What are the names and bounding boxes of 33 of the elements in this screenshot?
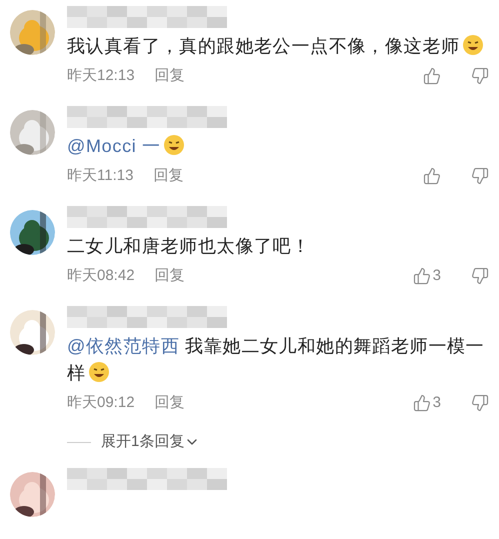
emoji-icon [462, 34, 484, 56]
thumbs-up-icon [423, 67, 441, 85]
emoji-icon [88, 361, 110, 383]
emoji-icon [162, 134, 185, 156]
thumbs-down-icon [471, 267, 489, 285]
like-button[interactable]: 3 [412, 264, 441, 288]
comment-text: @依然范特西 我靠她二女儿和她的舞蹈老师一模一样 [67, 335, 486, 385]
thumbs-up-icon [423, 167, 441, 185]
like-button[interactable] [423, 67, 441, 85]
thumbs-down-icon [471, 67, 489, 85]
thumbs-down-icon [471, 167, 489, 185]
mention-link[interactable]: @依然范特西 [67, 336, 180, 356]
thumbs-up-icon [412, 267, 431, 285]
dislike-button[interactable] [471, 67, 489, 85]
reply-button[interactable]: 回复 [154, 64, 185, 88]
timestamp: 昨天12:13 [67, 66, 135, 86]
dislike-button[interactable] [471, 394, 489, 412]
reply-button[interactable]: 回复 [154, 392, 185, 414]
like-button[interactable] [423, 167, 441, 185]
timestamp: 昨天09:12 [67, 392, 135, 413]
like-button[interactable]: 3 [412, 392, 441, 414]
timestamp: 昨天11:13 [67, 166, 134, 186]
timestamp: 昨天08:42 [67, 266, 135, 286]
reply-button[interactable]: 回复 [154, 264, 185, 288]
expand-replies-button[interactable]: 展开1条回复 [101, 431, 200, 454]
mention-link[interactable]: @Mocci 一 [67, 136, 161, 156]
thumbs-down-icon [471, 394, 489, 412]
thumbs-up-icon [412, 394, 431, 412]
comment-text: 二女儿和唐老师也太像了吧！ [67, 235, 312, 258]
comment-text: 我认真看了，真的跟她老公一点不像，像这老师 [67, 33, 489, 60]
dislike-button[interactable] [471, 267, 489, 285]
reply-button[interactable]: 回复 [153, 164, 184, 188]
dislike-button[interactable] [471, 167, 489, 185]
